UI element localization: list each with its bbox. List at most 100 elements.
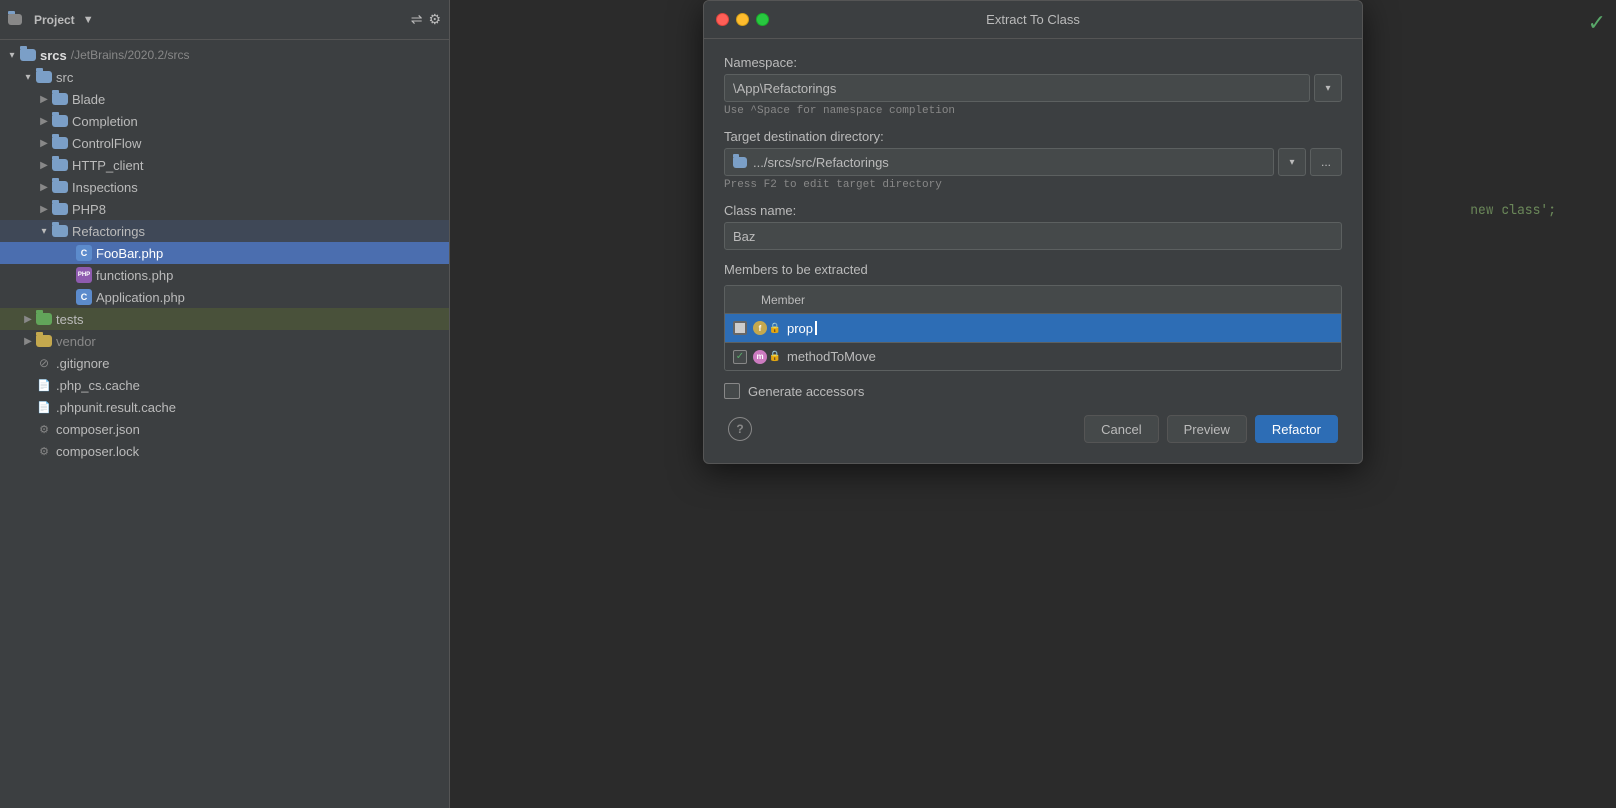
- target-dir-display: .../srcs/src/Refactorings: [724, 148, 1274, 176]
- maximize-button[interactable]: [756, 13, 769, 26]
- extract-to-class-dialog: Extract To Class Namespace: ▾ Use ^Space…: [703, 0, 1363, 464]
- tree-label-php8: PHP8: [72, 202, 106, 217]
- tree-item-php8[interactable]: ▶ PHP8: [0, 198, 449, 220]
- member-name-methodtomove: methodToMove: [787, 349, 876, 364]
- folder-icon-inspections: [52, 181, 68, 193]
- tree-item-tests[interactable]: ▶ tests: [0, 308, 449, 330]
- tree-item-inspections[interactable]: ▶ Inspections: [0, 176, 449, 198]
- tree-arrow-refactorings: ▾: [36, 226, 52, 237]
- tree-item-gitignore[interactable]: ▶ ⊘ .gitignore: [0, 352, 449, 374]
- settings-icon[interactable]: ⚙: [428, 11, 441, 28]
- target-dir-dropdown-btn[interactable]: ▾: [1278, 148, 1306, 176]
- tree-arrow-tests: ▶: [20, 314, 36, 325]
- tree-arrow-httpclient: ▶: [36, 160, 52, 171]
- tree-item-application[interactable]: ▶ C Application.php: [0, 286, 449, 308]
- folder-icon-src: [36, 71, 52, 83]
- tree-label-composerlock: composer.lock: [56, 444, 139, 459]
- close-button[interactable]: [716, 13, 729, 26]
- tree-item-foobar[interactable]: ▶ C FooBar.php: [0, 242, 449, 264]
- project-title: Project: [34, 13, 75, 27]
- tree-label-phpunit: .phpunit.result.cache: [56, 400, 176, 415]
- member-row-prop[interactable]: f 🔒 prop: [725, 314, 1341, 342]
- class-name-input[interactable]: [724, 222, 1342, 250]
- folder-icon-tests: [36, 313, 52, 325]
- folder-icon-controlflow: [52, 137, 68, 149]
- tree-item-vendor[interactable]: ▶ vendor: [0, 330, 449, 352]
- project-icon: [8, 14, 22, 25]
- minimize-button[interactable]: [736, 13, 749, 26]
- folder-icon-refactorings: [52, 225, 68, 237]
- member-row-methodtomove[interactable]: m 🔒 methodToMove: [725, 342, 1341, 370]
- member-name-prop: prop: [787, 321, 813, 336]
- refactor-button[interactable]: Refactor: [1255, 415, 1338, 443]
- tree-item-composerlock[interactable]: ▶ ⚙ composer.lock: [0, 440, 449, 462]
- tree-item-refactorings[interactable]: ▾ Refactorings: [0, 220, 449, 242]
- help-button[interactable]: ?: [728, 417, 752, 441]
- sidebar-toolbar: Project ▼ ⇌ ⚙: [0, 0, 449, 40]
- tree-label-composerjson: composer.json: [56, 422, 140, 437]
- dialog-body: Namespace: ▾ Use ^Space for namespace co…: [704, 39, 1362, 463]
- namespace-dropdown-btn[interactable]: ▾: [1314, 74, 1342, 102]
- tree-arrow-vendor: ▶: [20, 336, 36, 347]
- namespace-label: Namespace:: [724, 55, 1342, 70]
- file-icon-composerjson: ⚙: [36, 421, 52, 437]
- tree-label-application: Application.php: [96, 290, 185, 305]
- tree-arrow-inspections: ▶: [36, 182, 52, 193]
- member-checkbox-methodtomove[interactable]: [733, 350, 747, 364]
- target-dir-value: .../srcs/src/Refactorings: [753, 155, 889, 170]
- cancel-button[interactable]: Cancel: [1084, 415, 1158, 443]
- tree-label-vendor: vendor: [56, 334, 96, 349]
- namespace-input[interactable]: [724, 74, 1310, 102]
- tree-item-controlflow[interactable]: ▶ ControlFlow: [0, 132, 449, 154]
- tree-item-src[interactable]: ▾ src: [0, 66, 449, 88]
- tree-item-completion[interactable]: ▶ Completion: [0, 110, 449, 132]
- tree-arrow-controlflow: ▶: [36, 138, 52, 149]
- tree-label-gitignore: .gitignore: [56, 356, 109, 371]
- member-type-m-methodtomove: m: [753, 350, 767, 364]
- tree-item-phpcs[interactable]: ▶ 📄 .php_cs.cache: [0, 374, 449, 396]
- member-col-header: Member: [761, 293, 1333, 307]
- target-dir-browse-btn[interactable]: ...: [1310, 148, 1342, 176]
- members-table: Member f 🔒 prop: [724, 285, 1342, 371]
- tree-label-blade: Blade: [72, 92, 105, 107]
- tree-arrow-php8: ▶: [36, 204, 52, 215]
- preview-button[interactable]: Preview: [1167, 415, 1247, 443]
- equalize-icon[interactable]: ⇌: [411, 11, 423, 28]
- folder-icon-vendor: [36, 335, 52, 347]
- project-dropdown-arrow[interactable]: ▼: [83, 14, 94, 26]
- sidebar: Project ▼ ⇌ ⚙ ▾ srcs /JetBrains/2020.2/s…: [0, 0, 450, 808]
- dialog-title: Extract To Class: [986, 12, 1080, 27]
- member-checkbox-prop[interactable]: [733, 321, 747, 335]
- tree-label-foobar: FooBar.php: [96, 246, 163, 261]
- dialog-titlebar: Extract To Class: [704, 1, 1362, 39]
- footer-left: ?: [728, 417, 752, 441]
- tree-label-completion: Completion: [72, 114, 138, 129]
- tree-item-phpunit[interactable]: ▶ 📄 .phpunit.result.cache: [0, 396, 449, 418]
- namespace-hint: Use ^Space for namespace completion: [724, 105, 1342, 117]
- tree-item-httpclient[interactable]: ▶ HTTP_client: [0, 154, 449, 176]
- target-dir-label: Target destination directory:: [724, 129, 1342, 144]
- cursor-indicator: [815, 321, 817, 335]
- folder-icon-completion: [52, 115, 68, 127]
- namespace-input-row: ▾: [724, 74, 1342, 102]
- file-icon-foobar: C: [76, 245, 92, 261]
- dir-folder-icon: [733, 157, 747, 168]
- tree-label-httpclient: HTTP_client: [72, 158, 144, 173]
- tree-label-functions: functions.php: [96, 268, 173, 283]
- tree-item-srcs[interactable]: ▾ srcs /JetBrains/2020.2/srcs: [0, 44, 449, 66]
- generate-accessors-checkbox[interactable]: [724, 383, 740, 399]
- window-controls: [716, 13, 769, 26]
- file-icon-composerlock: ⚙: [36, 443, 52, 459]
- file-icon-phpcs: 📄: [36, 377, 52, 393]
- folder-icon-httpclient: [52, 159, 68, 171]
- dialog-overlay: Extract To Class Namespace: ▾ Use ^Space…: [450, 0, 1616, 808]
- folder-icon-blade: [52, 93, 68, 105]
- file-icon-phpunit: 📄: [36, 399, 52, 415]
- file-icon-gitignore: ⊘: [36, 355, 52, 371]
- target-dir-hint: Press F2 to edit target directory: [724, 179, 1342, 191]
- file-tree: ▾ srcs /JetBrains/2020.2/srcs ▾ src ▶ Bl…: [0, 40, 449, 808]
- tree-item-functions[interactable]: ▶ PHP functions.php: [0, 264, 449, 286]
- tree-label-controlflow: ControlFlow: [72, 136, 141, 151]
- tree-item-composerjson[interactable]: ▶ ⚙ composer.json: [0, 418, 449, 440]
- tree-item-blade[interactable]: ▶ Blade: [0, 88, 449, 110]
